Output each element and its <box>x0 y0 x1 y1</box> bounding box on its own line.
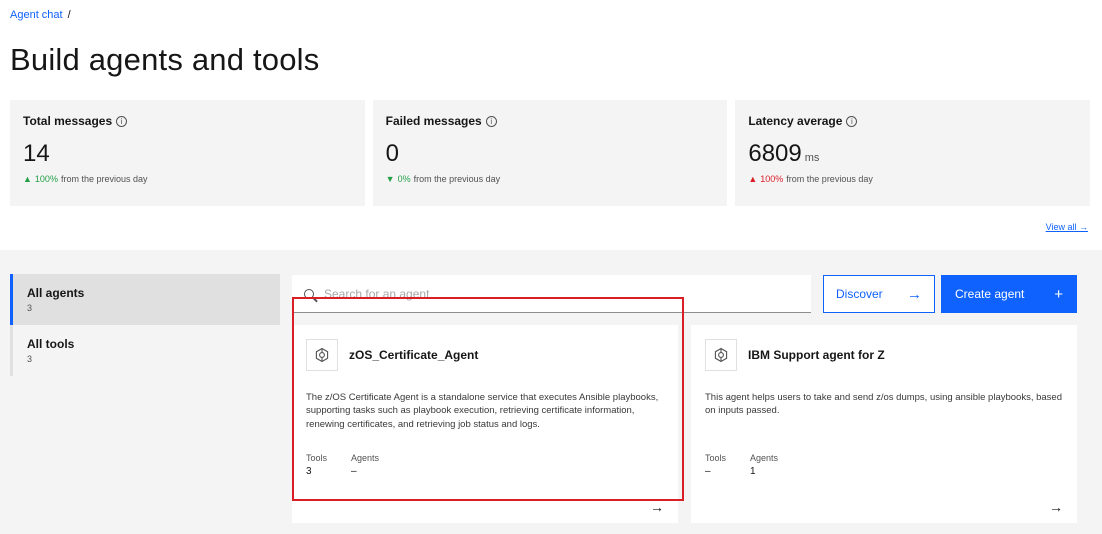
agents-label: Agents <box>351 453 380 463</box>
info-icon[interactable]: i <box>846 115 858 127</box>
trend-text: from the previous day <box>786 174 873 184</box>
search-input[interactable] <box>324 286 784 301</box>
metric-unit: ms <box>804 152 820 164</box>
trend-text: from the previous day <box>413 174 501 184</box>
create-agent-button[interactable]: Create agent + <box>941 275 1077 313</box>
trend-percent: 100% <box>760 174 784 184</box>
card-description: The z/OS Certificate Agent is a standalo… <box>306 392 659 430</box>
sidebar-item-label: All agents <box>27 286 85 300</box>
breadcrumb-link-agent-chat[interactable]: Agent chat <box>10 9 63 21</box>
metric-label: Latency average <box>748 114 843 128</box>
metric-value: 0 <box>385 140 400 167</box>
trend-up-icon: ▲ <box>23 174 32 184</box>
trend-percent: 100% <box>34 174 58 184</box>
card-stats: Tools – Agents 1 <box>705 453 778 477</box>
sidebar-item-label: All tools <box>27 337 75 351</box>
metric-failed-messages: Failed messages i 0 ▼ 0% from the previo… <box>372 100 728 206</box>
agents-value: – <box>351 466 357 477</box>
discover-button-label: Discover <box>836 287 883 301</box>
agents-value: 1 <box>750 466 756 477</box>
sidebar-item-count: 3 <box>27 354 33 364</box>
metric-value: 6809 <box>748 140 802 167</box>
agent-card-ibm-support[interactable]: IBM Support agent for Z This agent helps… <box>691 325 1077 523</box>
metric-latency-average: Latency average i 6809 ms ▲ 100% from th… <box>735 100 1091 206</box>
arrow-right-icon[interactable]: → <box>1049 499 1063 515</box>
trend-down-icon: ▼ <box>385 174 395 184</box>
trend-up-icon: ▲ <box>748 174 758 184</box>
trend-text: from the previous day <box>60 174 148 184</box>
tools-label: Tools <box>306 453 328 463</box>
tools-value: – <box>705 466 711 477</box>
card-title: IBM Support agent for Z <box>748 348 885 362</box>
page-title: Build agents and tools <box>10 42 320 77</box>
side-nav: All agents 3 All tools 3 <box>10 274 280 376</box>
search-icon <box>304 288 314 299</box>
create-agent-button-label: Create agent <box>955 287 1025 301</box>
tools-value: 3 <box>306 466 312 477</box>
arrow-right-icon[interactable]: → <box>650 499 664 515</box>
card-title: zOS_Certificate_Agent <box>349 348 479 362</box>
metric-label: Failed messages <box>385 114 482 128</box>
metric-total-messages: Total messages i 14 ▲ 100% from the prev… <box>10 100 365 206</box>
metric-trend: ▲ 100% from the previous day <box>23 174 352 184</box>
sidebar-item-all-agents[interactable]: All agents 3 <box>10 274 280 325</box>
view-all-link[interactable]: View all → <box>1046 222 1088 232</box>
discover-button[interactable]: Discover → <box>823 275 935 313</box>
breadcrumb-separator: / <box>67 9 71 21</box>
sidebar-item-all-tools[interactable]: All tools 3 <box>10 325 280 376</box>
arrow-right-icon: → <box>907 285 922 303</box>
info-icon[interactable]: i <box>485 115 497 127</box>
plus-icon: + <box>1054 285 1063 303</box>
card-description: This agent helps users to take and send … <box>705 392 1062 417</box>
agent-icon <box>705 339 737 371</box>
breadcrumb: Agent chat / <box>10 9 71 21</box>
agent-card-zos-certificate[interactable]: zOS_Certificate_Agent The z/OS Certifica… <box>292 325 678 523</box>
metric-value: 14 <box>23 140 50 167</box>
trend-percent: 0% <box>397 174 411 184</box>
agent-icon <box>306 339 338 371</box>
info-icon[interactable]: i <box>116 115 128 127</box>
agents-label: Agents <box>750 453 779 463</box>
sidebar-item-count: 3 <box>27 303 33 313</box>
metric-trend: ▲ 100% from the previous day <box>748 174 1077 184</box>
metric-trend: ▼ 0% from the previous day <box>386 174 715 184</box>
tools-label: Tools <box>705 453 727 463</box>
metrics-row: Total messages i 14 ▲ 100% from the prev… <box>10 100 1091 206</box>
card-stats: Tools 3 Agents – <box>306 453 379 477</box>
metric-label: Total messages <box>23 114 113 128</box>
search-bar <box>292 275 811 313</box>
